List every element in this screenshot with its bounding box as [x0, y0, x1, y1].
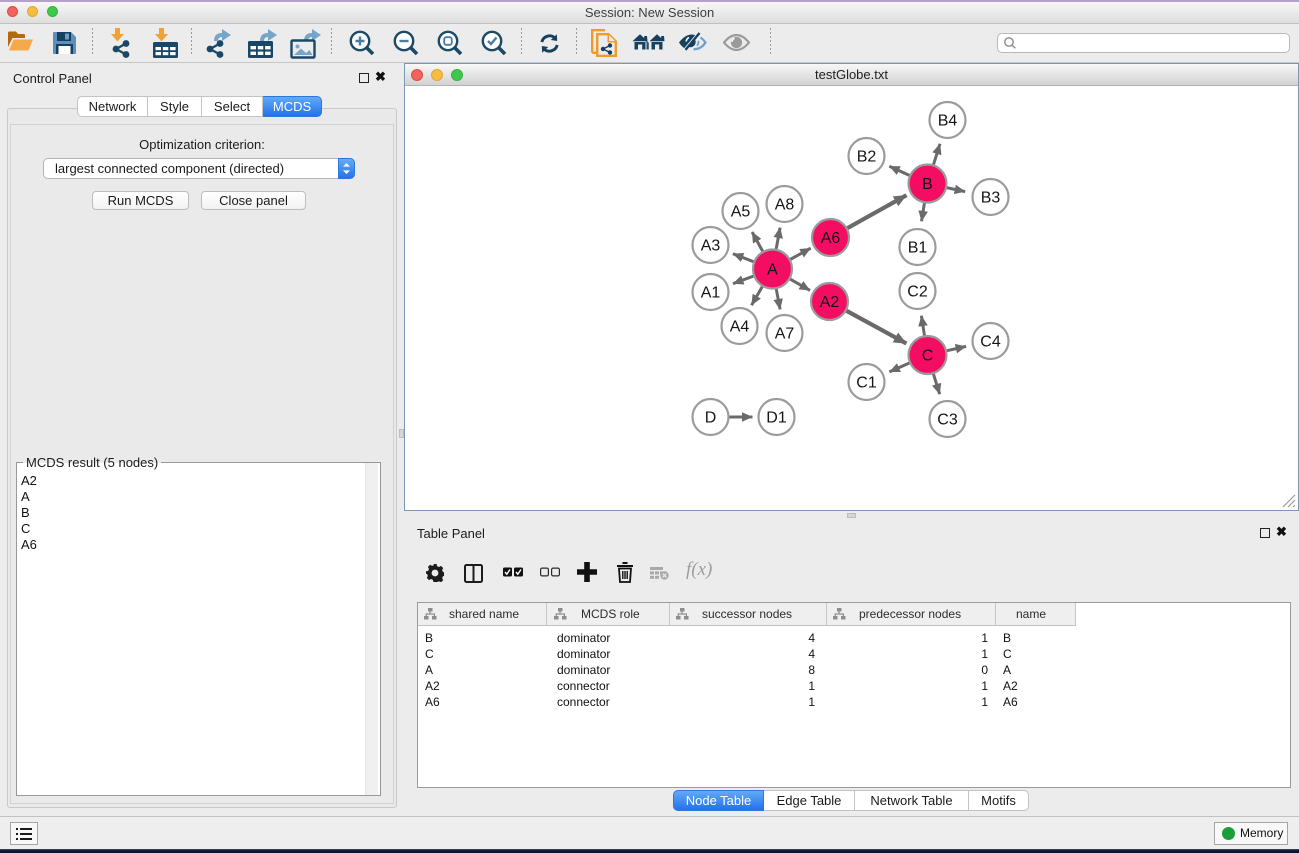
- svg-text:C: C: [922, 348, 934, 365]
- svg-text:C1: C1: [856, 375, 877, 392]
- svg-text:D1: D1: [766, 410, 787, 427]
- svg-text:dominator: dominator: [557, 663, 610, 677]
- svg-text:C2: C2: [907, 284, 928, 301]
- svg-text:A2: A2: [425, 679, 440, 693]
- svg-text:A8: A8: [775, 197, 795, 214]
- svg-text:1: 1: [981, 679, 988, 693]
- svg-text:predecessor nodes: predecessor nodes: [859, 607, 961, 621]
- svg-text:1: 1: [808, 695, 815, 709]
- svg-text:A7: A7: [775, 326, 795, 343]
- svg-text:C3: C3: [937, 412, 958, 429]
- svg-text:A2: A2: [1003, 679, 1018, 693]
- svg-text:A5: A5: [731, 204, 751, 221]
- svg-text:dominator: dominator: [557, 647, 610, 661]
- svg-text:A6: A6: [1003, 695, 1018, 709]
- svg-text:4: 4: [808, 631, 815, 645]
- svg-text:connector: connector: [557, 695, 610, 709]
- svg-text:C: C: [425, 647, 434, 661]
- svg-text:B4: B4: [938, 113, 958, 130]
- svg-text:A3: A3: [701, 238, 721, 255]
- svg-text:A6: A6: [425, 695, 440, 709]
- svg-text:B: B: [1003, 631, 1011, 645]
- svg-text:1: 1: [808, 679, 815, 693]
- svg-text:A: A: [1003, 663, 1011, 677]
- svg-text:A4: A4: [730, 319, 750, 336]
- svg-text:dominator: dominator: [557, 631, 610, 645]
- svg-text:connector: connector: [557, 679, 610, 693]
- svg-text:B: B: [922, 176, 933, 193]
- svg-text:8: 8: [808, 663, 815, 677]
- svg-text:A: A: [767, 262, 778, 279]
- svg-text:C: C: [1003, 647, 1012, 661]
- svg-text:B2: B2: [857, 149, 877, 166]
- svg-text:successor nodes: successor nodes: [702, 607, 792, 621]
- svg-text:MCDS role: MCDS role: [581, 607, 640, 621]
- svg-text:4: 4: [808, 647, 815, 661]
- svg-text:1: 1: [981, 647, 988, 661]
- svg-text:A1: A1: [701, 285, 721, 302]
- svg-text:C4: C4: [980, 334, 1001, 351]
- svg-text:1: 1: [981, 695, 988, 709]
- svg-text:name: name: [1016, 607, 1046, 621]
- svg-text:A6: A6: [821, 230, 841, 247]
- svg-text:D: D: [705, 410, 717, 427]
- svg-text:shared name: shared name: [449, 607, 519, 621]
- svg-text:A2: A2: [820, 294, 840, 311]
- svg-text:B3: B3: [981, 190, 1001, 207]
- svg-text:0: 0: [981, 663, 988, 677]
- svg-text:B1: B1: [908, 240, 928, 257]
- svg-text:A: A: [425, 663, 433, 677]
- svg-text:B: B: [425, 631, 433, 645]
- svg-text:1: 1: [981, 631, 988, 645]
